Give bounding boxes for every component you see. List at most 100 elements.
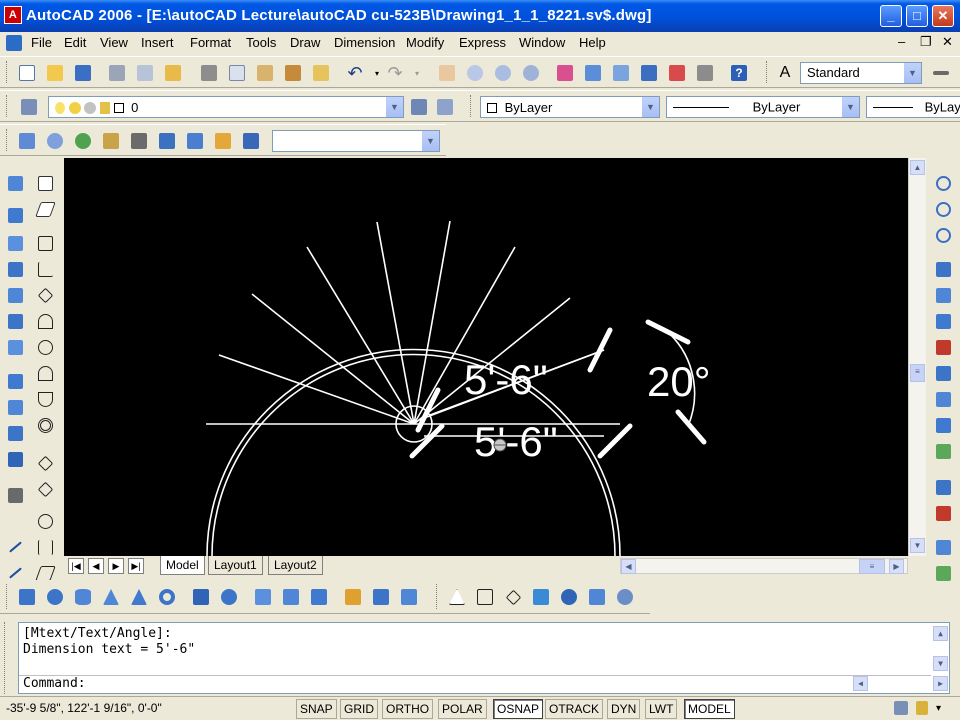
redo-dropdown-icon[interactable]: ▾: [406, 62, 428, 84]
dimension-text-aligned[interactable]: 5'-6": [464, 356, 548, 403]
scroll-thumb[interactable]: ≡: [910, 364, 925, 382]
scroll-left-icon[interactable]: ◀: [853, 676, 868, 691]
mesh-icon[interactable]: [34, 478, 56, 500]
doc-minimize-icon[interactable]: –: [898, 34, 905, 49]
dish-wire-icon[interactable]: [34, 388, 56, 410]
drawing-area[interactable]: 5'-6" 5'-6" 20°: [64, 158, 908, 556]
delete-faces-icon[interactable]: [932, 336, 954, 358]
revolve-solid-icon[interactable]: [218, 586, 240, 608]
planar-icon[interactable]: [370, 586, 392, 608]
chevron-down-icon[interactable]: ▼: [641, 97, 659, 117]
pan-realtime-icon[interactable]: [436, 62, 458, 84]
continuous-orbit-icon[interactable]: [932, 198, 954, 220]
sphere-wire-icon[interactable]: [34, 336, 56, 358]
box-wire-icon[interactable]: [34, 232, 56, 254]
zoom-realtime-icon[interactable]: [464, 62, 486, 84]
lwt-toggle[interactable]: LWT: [645, 699, 678, 719]
taper-faces-icon[interactable]: [932, 388, 954, 410]
scroll-up-icon[interactable]: ▲: [933, 626, 948, 641]
toolbar-grip[interactable]: [6, 584, 9, 609]
horizontal-scrollbar[interactable]: ◀ ≡ ▶: [620, 558, 908, 574]
realistic-icon[interactable]: [530, 586, 552, 608]
line-icon[interactable]: [4, 536, 26, 558]
match-properties-icon[interactable]: [282, 62, 304, 84]
chevron-down-icon[interactable]: ▼: [903, 63, 921, 83]
open-icon[interactable]: [44, 62, 66, 84]
check-icon[interactable]: [932, 562, 954, 584]
publish-icon[interactable]: [162, 62, 184, 84]
command-prompt[interactable]: Command:: [23, 676, 86, 691]
section-icon[interactable]: [4, 396, 26, 418]
diamond-icon[interactable]: [34, 452, 56, 474]
text-style-icon[interactable]: A: [774, 62, 796, 84]
toolbar-grip[interactable]: [436, 584, 439, 609]
dimension-text-angle[interactable]: 20°: [647, 358, 711, 405]
block-editor-icon[interactable]: [310, 62, 332, 84]
scroll-right-icon[interactable]: ▶: [933, 676, 948, 691]
minimize-button[interactable]: _: [880, 5, 902, 27]
layer-select[interactable]: 0 ▼: [48, 96, 404, 118]
toolbar-grip[interactable]: [6, 61, 9, 83]
wedge-wire-icon[interactable]: [34, 258, 56, 280]
planar-surface-icon[interactable]: [34, 198, 56, 220]
wedge-icon[interactable]: [4, 232, 26, 254]
3d-wireframe-icon[interactable]: [474, 586, 496, 608]
plot-preview-icon[interactable]: [134, 62, 156, 84]
communication-center-icon[interactable]: [894, 701, 908, 715]
quickcalc-icon[interactable]: [694, 62, 716, 84]
conceptual-icon[interactable]: [558, 586, 580, 608]
box-3d-icon[interactable]: [4, 172, 26, 194]
dome-wire-icon[interactable]: [34, 362, 56, 384]
scroll-thumb[interactable]: ≡: [859, 559, 885, 574]
hidden-icon[interactable]: [502, 586, 524, 608]
document-icon[interactable]: [6, 35, 22, 51]
camera-icon[interactable]: [128, 130, 150, 152]
plot-icon[interactable]: [106, 62, 128, 84]
free-orbit-icon[interactable]: [932, 224, 954, 246]
revolved-surface-icon[interactable]: [34, 510, 56, 532]
scroll-right-icon[interactable]: ▶: [889, 559, 904, 574]
prev-tab-icon[interactable]: ◀: [88, 558, 104, 574]
separate-icon[interactable]: [932, 502, 954, 524]
menu-edit[interactable]: Edit: [64, 35, 86, 50]
rotate-3d-icon[interactable]: [932, 310, 954, 332]
chevron-down-icon[interactable]: ▼: [385, 97, 403, 117]
doc-close-icon[interactable]: ✕: [942, 34, 953, 50]
paste-icon[interactable]: [254, 62, 276, 84]
zoom-previous-icon[interactable]: [520, 62, 542, 84]
otrack-toggle[interactable]: OTRACK: [545, 699, 604, 719]
close-button[interactable]: ✕: [932, 5, 954, 27]
scroll-down-icon[interactable]: ▼: [910, 538, 925, 553]
extrude-solid-icon[interactable]: [190, 586, 212, 608]
visual-styles-manager-icon[interactable]: [614, 586, 636, 608]
copy-3d-icon[interactable]: [932, 258, 954, 280]
sheet-set-icon[interactable]: [638, 62, 660, 84]
fly-icon[interactable]: [184, 130, 206, 152]
named-views-icon[interactable]: [16, 130, 38, 152]
menu-format[interactable]: Format: [190, 35, 231, 50]
next-tab-icon[interactable]: ▶: [108, 558, 124, 574]
layer-manager-icon[interactable]: [18, 96, 40, 118]
help-icon[interactable]: ?: [728, 62, 750, 84]
linetype-control-select[interactable]: ByLayer ▼: [666, 96, 860, 118]
intersect-icon[interactable]: [4, 310, 26, 332]
pyramid-icon[interactable]: [128, 586, 150, 608]
menu-view[interactable]: View: [100, 35, 128, 50]
tool-palettes-icon[interactable]: [610, 62, 632, 84]
toolbar-grip[interactable]: [470, 95, 473, 117]
tabulated-surface-icon[interactable]: [34, 536, 56, 558]
osnap-toggle[interactable]: OSNAP: [493, 699, 544, 719]
view-select[interactable]: ▼: [272, 130, 440, 152]
viewports-icon[interactable]: [212, 130, 234, 152]
menu-express[interactable]: Express: [459, 35, 506, 50]
orbit-icon[interactable]: [72, 130, 94, 152]
torus-wire-icon[interactable]: [34, 414, 56, 436]
menu-tools[interactable]: Tools: [246, 35, 276, 50]
scroll-down-icon[interactable]: ▼: [933, 656, 948, 671]
doc-restore-icon[interactable]: ❐: [920, 34, 932, 50]
offset-faces-icon[interactable]: [932, 414, 954, 436]
color-control-select[interactable]: ByLayer ▼: [480, 96, 660, 118]
undo-icon[interactable]: ↶: [344, 62, 366, 84]
shell-icon[interactable]: [932, 536, 954, 558]
interfere-icon[interactable]: [4, 422, 26, 444]
